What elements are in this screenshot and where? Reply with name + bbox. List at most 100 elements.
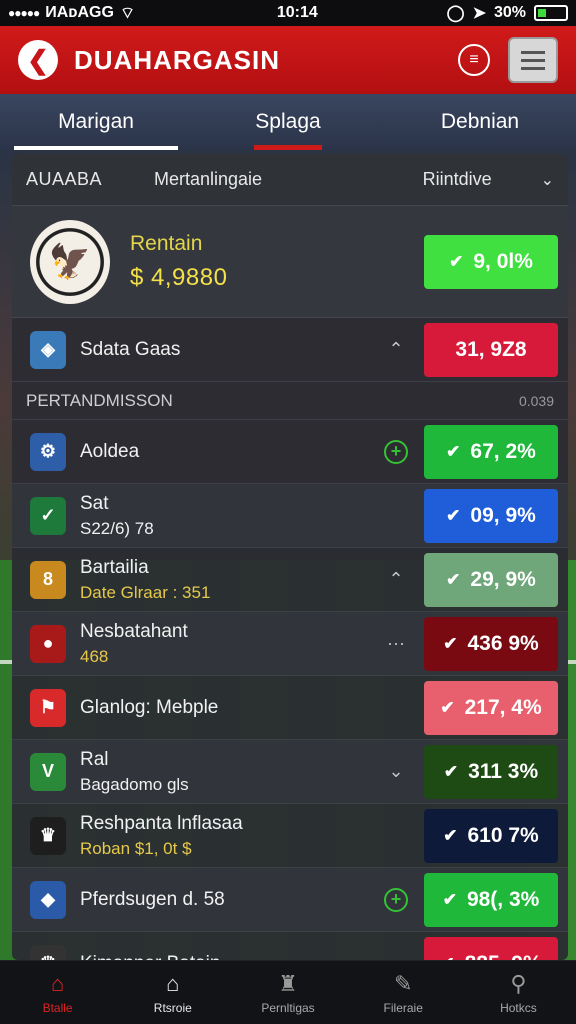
section-header: PERTANDMISSON 0.039 [12,382,568,420]
odds-button[interactable]: ✔ 67, 2% [424,424,558,479]
status-time: 10:14 [276,4,318,21]
section-label: PERTANDMISSON [26,390,173,410]
list-item[interactable]: ● Nesbatahant 468 ··· ✔ 436 9% [12,612,568,676]
add-bet-control[interactable]: + [376,887,416,912]
row-text: Ral Bagadomo gls [80,749,376,795]
menu-button[interactable] [508,37,558,83]
odds-value: 610 7% [467,823,539,847]
team-crest-icon: ● [30,624,66,663]
nav-label: Btalle [42,1000,73,1015]
app-header: ❮ DUAHARGASIN ≡ [0,26,576,94]
wifi-icon: ⌔ [119,5,135,22]
edit-icon: ✎ [393,970,413,996]
odds-button[interactable]: ✔ 98(, 3% [424,872,558,927]
odds-button[interactable]: ✔ 311 3% [424,744,558,799]
nav-item-btalle[interactable]: ⌂ Btalle [0,961,115,1024]
eagle-crest-icon: 🦅 [30,219,110,304]
row-text: Pferdsugen d. 58 [80,889,376,911]
chevron-down-icon[interactable]: ⌄ [541,170,554,190]
row-text: Aoldea [80,441,376,463]
brand-title: DUAHARGASIN [74,44,280,75]
shield-icon: ◈ [30,330,66,369]
add-bet-control[interactable]: + [376,439,416,464]
odds-button[interactable]: ✔ 09, 9% [424,488,558,543]
odds-button[interactable]: ✔ 217, 4% [424,680,558,735]
featured-value: $ 4,9880 [130,263,228,291]
odds-button[interactable]: ✔ 29, 9% [424,552,558,607]
odds-button[interactable]: ✔ 9, 0l% [424,234,558,289]
list-item[interactable]: 8 Bartailia Date Glraar : 351 ⌃ ✔ 29, 9% [12,548,568,612]
odds-button[interactable]: ✔ 610 7% [424,808,558,863]
check-icon: ✔ [446,569,461,589]
list-item[interactable]: ♛ Reshpanta lnflasaa Roban $1, 0t $ ✔ 610 7% [12,804,568,868]
row-subtext: S22/6) 78 [80,518,154,538]
row-name: Bartailia [80,556,149,578]
row-text: Glanlog: Mebple [80,697,376,719]
team-crest-icon: ♛ [30,816,66,855]
collapse-icon[interactable]: ⌃ [376,569,416,590]
nav-item-pernltigas[interactable]: ♜ Pernltigas [230,961,345,1024]
nav-label: Fileraie [383,1000,423,1015]
odds-value: 98(, 3% [466,887,540,911]
panel-header-col3[interactable]: Riintdive [423,169,533,190]
search-icon: ⚲ [510,970,527,996]
nav-label: Rtsroie [153,1000,192,1015]
odds-button[interactable]: ✔885, 9% [424,936,558,960]
list-item[interactable]: ✓ Sat S22/6) 78 ✔ 09, 9% [12,484,568,548]
tab-debnian[interactable]: Debnian [384,94,576,150]
trophy-icon: ♜ [278,970,298,996]
row-text: Sdata Gaas [80,339,376,361]
row-subtext: 468 [80,646,109,666]
team-crest-icon: ⚙ [30,432,66,471]
more-icon[interactable]: ··· [376,633,416,654]
tab-bar: Marigan Splaga Debnian [0,94,576,150]
team-crest-icon: ⚑ [30,688,66,727]
panel-header: AUAABA Mertanlingaie Riintdive ⌄ [12,154,568,206]
list-item[interactable]: ◆ Pferdsugen d. 58 + ✔ 98(, 3% [12,868,568,932]
nav-item-hotkcs[interactable]: ⚲ Hotkcs [461,961,576,1024]
odds-button[interactable]: ✔ 436 9% [424,616,558,671]
home-icon: ⌂ [50,970,65,996]
panel-header-col1: AUAABA [26,169,103,189]
row-name: Kimanner Batajn [80,953,376,961]
carrier-name: ИAᴅAGG [45,4,114,21]
nav-item-fileraie[interactable]: ✎ Fileraie [346,961,461,1024]
row-name: Aoldea [80,440,140,462]
brand-swoosh-icon[interactable]: ❮ [18,40,58,80]
odds-value: 67, 2% [470,439,536,463]
row-text: Sat S22/6) 78 [80,493,376,539]
list-item[interactable]: ◈ Sdata Gaas ⌃ 31, 9Z8 [12,318,568,382]
team-crest-icon: ♛ [30,944,66,960]
collapse-icon[interactable]: ⌃ [376,339,416,360]
odds-value: 217, 4% [464,695,542,719]
odds-value: 09, 9% [470,503,536,527]
add-icon[interactable]: + [384,439,408,464]
team-crest-icon: ✓ [30,496,66,535]
tab-marigan[interactable]: Marigan [0,94,192,150]
row-text: Reshpanta lnflasaa Roban $1, 0t $ [80,813,376,859]
odds-value: 29, 9% [470,567,536,591]
status-right: ◯ ➤ 30% [447,3,568,23]
odds-button[interactable]: 31, 9Z8 [424,322,558,377]
list-item[interactable]: ♛ Kimanner Batajn ✔885, 9% [12,932,568,960]
check-icon: ✔ [443,761,459,781]
status-bar: ●●●●● ИAᴅAGG ⌔ 10:14 ◯ ➤ 30% [0,0,576,26]
featured-match[interactable]: 🦅 Rentain $ 4,9880 ✔ 9, 0l% [12,206,568,318]
battery-icon [534,5,568,21]
nav-item-rtsroie[interactable]: ⌂ Rtsroie [115,961,230,1024]
nav-label: Pernltigas [261,1000,315,1015]
add-icon[interactable]: + [384,887,408,912]
bottom-nav: ⌂ Btalle ⌂ Rtsroie ♜ Pernltigas ✎ Filera… [0,960,576,1024]
check-icon: ✔ [449,251,464,271]
signal-icon: ●●●●● [8,6,40,20]
expand-icon[interactable]: ⌄ [376,761,416,782]
check-icon: ✔ [446,505,461,525]
battery-percent: 30% [493,4,526,21]
list-item[interactable]: ⚙ Aoldea + ✔ 67, 2% [12,420,568,484]
list-item[interactable]: V Ral Bagadomo gls ⌄ ✔ 311 3% [12,740,568,804]
coin-icon[interactable]: ≡ [458,44,490,76]
list-item[interactable]: ⚑ Glanlog: Mebple ✔ 217, 4% [12,676,568,740]
section-value: 0.039 [518,392,554,409]
tab-splaga[interactable]: Splaga [192,94,384,150]
odds-value: 9, 0l% [473,249,533,273]
